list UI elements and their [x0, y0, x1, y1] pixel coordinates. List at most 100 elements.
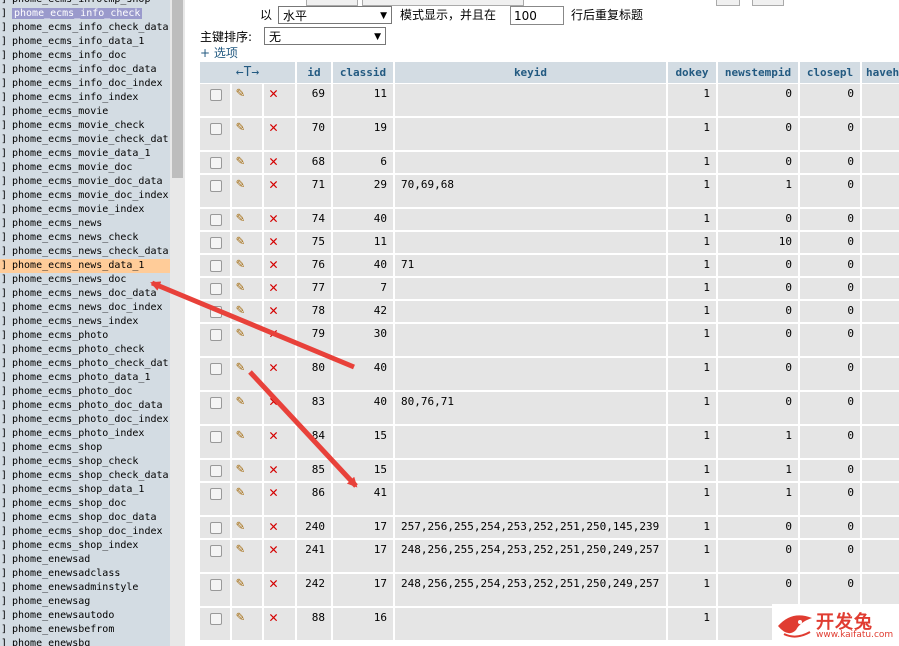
sidebar-table-item[interactable]: ] phome_enewsautodo — [0, 609, 170, 623]
sidebar-table-item[interactable]: ] phome_enewsadminstyle — [0, 581, 170, 595]
delete-x-icon[interactable]: ✕ — [269, 118, 278, 136]
table-browse-icon[interactable]: ] — [1, 637, 12, 646]
top-button-4[interactable] — [752, 0, 784, 6]
sidebar-table-item[interactable]: ] phome_ecms_shop_check_data — [0, 469, 170, 483]
sidebar-table-item[interactable]: ] phome_ecms_movie_doc_data — [0, 175, 170, 189]
table-browse-icon[interactable]: ] — [1, 105, 12, 119]
table-browse-icon[interactable]: ] — [1, 7, 12, 21]
sidebar-table-item[interactable]: ] phome_ecms_info_doc_index — [0, 77, 170, 91]
table-browse-icon[interactable]: ] — [1, 399, 12, 413]
column-header-classid[interactable]: classid — [333, 62, 393, 83]
sidebar-table-item[interactable]: ] phome_ecms_photo_doc — [0, 385, 170, 399]
row-checkbox[interactable] — [210, 545, 222, 557]
table-browse-icon[interactable]: ] — [1, 581, 12, 595]
sidebar-table-item[interactable]: ] phome_ecms_news_check — [0, 231, 170, 245]
table-browse-icon[interactable]: ] — [1, 329, 12, 343]
sidebar-table-item[interactable]: ] phome_ecms_news_doc_index — [0, 301, 170, 315]
delete-x-icon[interactable]: ✕ — [269, 84, 278, 102]
sidebar-table-item[interactable]: ] phome_enewsbefrom — [0, 623, 170, 637]
row-checkbox[interactable] — [210, 522, 222, 534]
table-browse-icon[interactable]: ] — [1, 273, 12, 287]
row-checkbox[interactable] — [210, 579, 222, 591]
sidebar-table-item[interactable]: ] phome_ecms_photo_check_dat — [0, 357, 170, 371]
sort-select[interactable]: 无 ▼ — [264, 27, 386, 45]
delete-x-icon[interactable]: ✕ — [269, 152, 278, 170]
row-checkbox[interactable] — [210, 397, 222, 409]
pencil-edit-icon[interactable]: ✎ — [236, 302, 244, 318]
sidebar-table-item[interactable]: ] phome_ecms_photo_check — [0, 343, 170, 357]
sidebar-table-item[interactable]: ] phome_ecms_news_doc — [0, 273, 170, 287]
row-checkbox[interactable] — [210, 613, 222, 625]
pencil-edit-icon[interactable]: ✎ — [236, 609, 244, 625]
sidebar-table-item[interactable]: ] phome_ecms_photo_index — [0, 427, 170, 441]
table-browse-icon[interactable]: ] — [1, 525, 12, 539]
table-browse-icon[interactable]: ] — [1, 259, 12, 273]
table-browse-icon[interactable]: ] — [1, 609, 12, 623]
table-browse-icon[interactable]: ] — [1, 301, 12, 315]
table-browse-icon[interactable]: ] — [1, 21, 12, 35]
sidebar-table-item[interactable]: ] phome_ecms_movie_doc_index — [0, 189, 170, 203]
sidebar-table-item[interactable]: ] phome_ecms_shop_check — [0, 455, 170, 469]
sidebar-table-item[interactable]: ] phome_ecms_photo_data_1 — [0, 371, 170, 385]
table-browse-icon[interactable]: ] — [1, 231, 12, 245]
row-checkbox[interactable] — [210, 123, 222, 135]
table-browse-icon[interactable]: ] — [1, 133, 12, 147]
sidebar-table-item[interactable]: ] phome_ecms_shop_data_1 — [0, 483, 170, 497]
sidebar-table-item[interactable]: ] phome_ecms_shop_doc_data — [0, 511, 170, 525]
row-checkbox[interactable] — [210, 180, 222, 192]
options-link[interactable]: + 选项 — [200, 44, 238, 61]
table-browse-icon[interactable]: ] — [1, 623, 12, 637]
row-checkbox[interactable] — [210, 488, 222, 500]
sidebar-table-item[interactable]: ] phome_ecms_movie — [0, 105, 170, 119]
table-browse-icon[interactable]: ] — [1, 49, 12, 63]
sidebar-table-item[interactable]: ] phome_ecms_movie_index — [0, 203, 170, 217]
column-header-newstempid[interactable]: newstempid — [718, 62, 798, 83]
table-browse-icon[interactable]: ] — [1, 357, 12, 371]
row-checkbox[interactable] — [210, 283, 222, 295]
pencil-edit-icon[interactable]: ✎ — [236, 461, 244, 477]
table-browse-icon[interactable]: ] — [1, 287, 12, 301]
table-browse-icon[interactable]: ] — [1, 189, 12, 203]
table-browse-icon[interactable]: ] — [1, 161, 12, 175]
pencil-edit-icon[interactable]: ✎ — [236, 541, 244, 557]
table-browse-icon[interactable]: ] — [1, 343, 12, 357]
table-browse-icon[interactable]: ] — [1, 427, 12, 441]
sidebar-table-item[interactable]: ] phome_ecms_info_doc — [0, 49, 170, 63]
sidebar-table-item[interactable]: ] phome_ecms_shop — [0, 441, 170, 455]
column-header-dokey[interactable]: dokey — [668, 62, 716, 83]
row-checkbox[interactable] — [210, 306, 222, 318]
table-browse-icon[interactable]: ] — [1, 91, 12, 105]
delete-x-icon[interactable]: ✕ — [269, 255, 278, 273]
sidebar-table-item[interactable]: ] phome_ecms_movie_check_dat — [0, 133, 170, 147]
delete-x-icon[interactable]: ✕ — [269, 324, 278, 342]
pencil-edit-icon[interactable]: ✎ — [236, 518, 244, 534]
pencil-edit-icon[interactable]: ✎ — [236, 176, 244, 192]
table-browse-icon[interactable]: ] — [1, 119, 12, 133]
table-browse-icon[interactable]: ] — [1, 385, 12, 399]
table-browse-icon[interactable]: ] — [1, 63, 12, 77]
sidebar-table-item[interactable]: ] phome_ecms_info_data_1 — [0, 35, 170, 49]
sidebar-table-item[interactable]: ] phome_enewsag — [0, 595, 170, 609]
sidebar-table-item[interactable]: ] phome_enewsbq — [0, 637, 170, 646]
pencil-edit-icon[interactable]: ✎ — [236, 427, 244, 443]
sidebar-table-item[interactable]: ] phome_ecms_photo_doc_data — [0, 399, 170, 413]
sidebar-table-item[interactable]: ] phome_enewsad — [0, 553, 170, 567]
pencil-edit-icon[interactable]: ✎ — [236, 325, 244, 341]
delete-x-icon[interactable]: ✕ — [269, 426, 278, 444]
table-browse-icon[interactable]: ] — [1, 0, 12, 7]
sidebar-scrollbar[interactable] — [170, 0, 185, 646]
delete-x-icon[interactable]: ✕ — [269, 574, 278, 592]
sidebar-table-item[interactable]: ] phome_ecms_info_check — [0, 7, 170, 21]
table-browse-icon[interactable]: ] — [1, 245, 12, 259]
sidebar-table-item[interactable]: ] phome_ecms_movie_doc — [0, 161, 170, 175]
row-checkbox[interactable] — [210, 363, 222, 375]
sidebar-table-item[interactable]: ] phome_ecms_photo — [0, 329, 170, 343]
row-checkbox[interactable] — [210, 260, 222, 272]
table-browse-icon[interactable]: ] — [1, 35, 12, 49]
row-checkbox[interactable] — [210, 214, 222, 226]
delete-x-icon[interactable]: ✕ — [269, 483, 278, 501]
table-browse-icon[interactable]: ] — [1, 315, 12, 329]
table-browse-icon[interactable]: ] — [1, 77, 12, 91]
sidebar-table-item[interactable]: ] phome_ecms_info_check_data — [0, 21, 170, 35]
sidebar-scrollbar-thumb[interactable] — [172, 0, 183, 178]
